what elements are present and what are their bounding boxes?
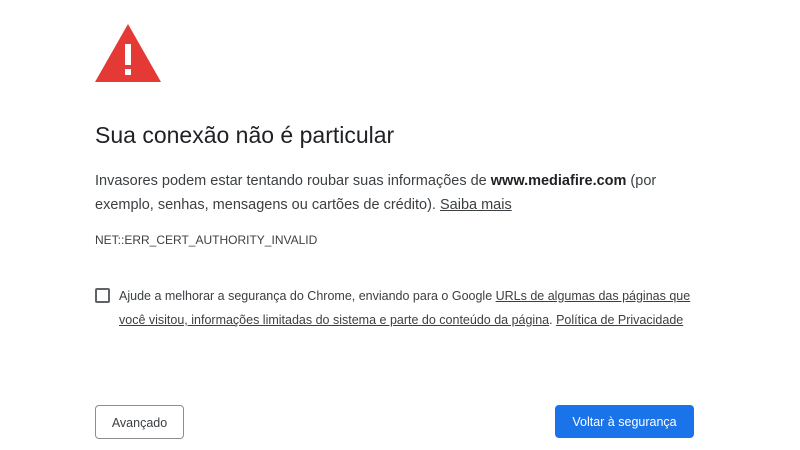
interstitial-page: Sua conexão não é particular Invasores p… [95,0,705,450]
site-domain: www.mediafire.com [490,173,627,189]
advanced-button[interactable]: Avançado [95,405,184,439]
learn-more-link[interactable]: Saiba mais [440,197,512,213]
optin-text: Ajude a melhorar a segurança do Chrome, … [119,284,694,332]
main-message: Invasores podem estar tentando roubar su… [95,169,700,217]
safe-browsing-checkbox[interactable] [95,288,110,303]
message-text-before: Invasores podem estar tentando roubar su… [95,173,491,189]
privacy-policy-link[interactable]: Política de Privacidade [556,313,683,327]
page-title: Sua conexão não é particular [95,122,395,148]
back-to-safety-button[interactable]: Voltar à segurança [555,405,694,438]
warning-triangle-icon [95,24,161,82]
error-code: NET::ERR_CERT_AUTHORITY_INVALID [95,233,318,247]
optin-text-before: Ajude a melhorar a segurança do Chrome, … [119,289,496,303]
